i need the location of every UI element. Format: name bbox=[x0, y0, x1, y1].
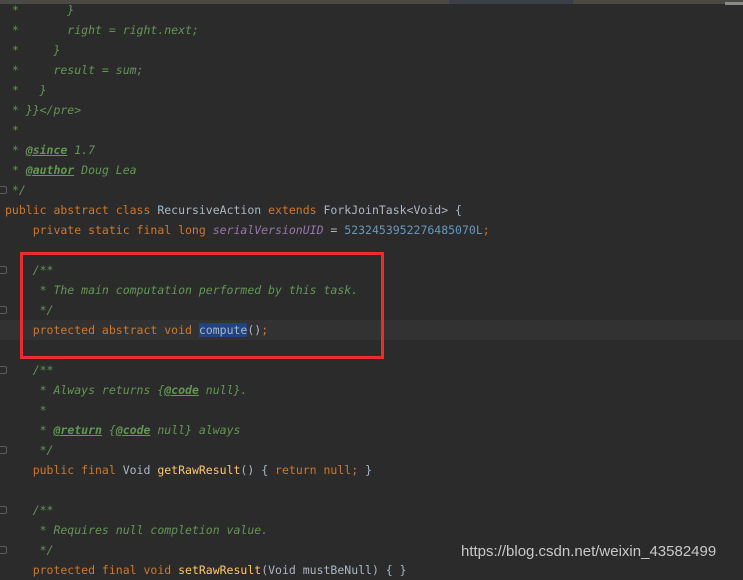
code-token: * }}</pre> bbox=[5, 103, 82, 117]
code-token: serialVersionUID bbox=[212, 223, 324, 237]
code-token: ForkJoinTask<Void> { bbox=[323, 203, 462, 217]
code-token: * right = right.next; bbox=[5, 23, 199, 37]
fold-marker-icon[interactable] bbox=[0, 546, 7, 554]
highlight-annotation-box bbox=[20, 252, 384, 359]
code-token: return null bbox=[275, 463, 352, 477]
code-line[interactable]: * @author Doug Lea bbox=[5, 160, 137, 180]
code-token: Void bbox=[122, 463, 158, 477]
code-token: @code bbox=[164, 383, 199, 397]
code-line[interactable]: * result = sum; bbox=[5, 60, 144, 80]
code-token: } bbox=[365, 463, 373, 477]
code-line[interactable]: * @since 1.7 bbox=[5, 140, 95, 160]
code-line[interactable]: public abstract class RecursiveAction ex… bbox=[5, 200, 462, 220]
code-line[interactable]: * } bbox=[5, 40, 60, 60]
code-token: = bbox=[323, 223, 345, 237]
code-token: */ bbox=[5, 183, 26, 197]
code-line[interactable]: */ bbox=[5, 540, 54, 560]
code-token: public abstract class bbox=[5, 203, 158, 217]
code-token: /** bbox=[5, 503, 54, 517]
code-token: RecursiveAction bbox=[157, 203, 269, 217]
code-token: ; bbox=[482, 223, 490, 237]
code-token: @code bbox=[115, 423, 151, 437]
code-token: public final bbox=[5, 463, 123, 477]
code-token: 5232453952276485070L bbox=[344, 223, 483, 237]
code-token: * bbox=[5, 143, 26, 157]
code-token: (Void mustBeNull) { } bbox=[261, 563, 407, 577]
code-token: null} always bbox=[150, 423, 241, 437]
code-token: null}. bbox=[198, 383, 248, 397]
code-token: extends bbox=[268, 203, 324, 217]
code-line[interactable]: * bbox=[5, 400, 47, 420]
code-line[interactable]: */ bbox=[5, 180, 26, 200]
code-token: * bbox=[5, 123, 19, 137]
fold-marker-icon[interactable] bbox=[0, 366, 7, 374]
fold-marker-icon[interactable] bbox=[0, 306, 7, 314]
code-token: * } bbox=[5, 43, 61, 57]
code-token: { bbox=[101, 423, 116, 437]
code-line[interactable]: */ bbox=[5, 440, 54, 460]
fold-marker-icon[interactable] bbox=[0, 186, 7, 194]
code-token: () { bbox=[240, 463, 276, 477]
code-token: /** bbox=[5, 363, 54, 377]
code-token: @author bbox=[25, 163, 75, 177]
code-token: * Always returns { bbox=[5, 383, 165, 397]
code-token: private static final long bbox=[5, 223, 213, 237]
code-line[interactable]: * Requires null completion value. bbox=[5, 520, 269, 540]
code-line[interactable]: public final Void getRawResult() { retur… bbox=[5, 460, 372, 480]
code-token: Doug Lea bbox=[74, 163, 137, 177]
code-token: */ bbox=[5, 443, 54, 457]
watermark-text: https://blog.csdn.net/weixin_43582499 bbox=[461, 543, 717, 560]
code-line[interactable]: * }}</pre> bbox=[5, 100, 81, 120]
code-line[interactable]: private static final long serialVersionU… bbox=[5, 220, 490, 240]
code-token: * bbox=[5, 403, 47, 417]
code-line[interactable]: * Always returns {@code null}. bbox=[5, 380, 248, 400]
fold-marker-icon[interactable] bbox=[0, 446, 7, 454]
code-token: @return bbox=[53, 423, 102, 437]
tab-segment[interactable] bbox=[449, 0, 573, 4]
editor-tab-strip bbox=[0, 0, 743, 4]
fold-marker-icon[interactable] bbox=[0, 506, 7, 514]
code-token: protected final void bbox=[5, 563, 179, 577]
fold-marker-icon[interactable] bbox=[0, 266, 7, 274]
code-line[interactable]: * bbox=[5, 120, 19, 140]
horizontal-scrollbar-thumb[interactable] bbox=[725, 2, 743, 5]
code-token: */ bbox=[5, 543, 54, 557]
code-token: * } bbox=[5, 3, 75, 17]
code-line[interactable]: protected final void setRawResult(Void m… bbox=[5, 560, 407, 580]
code-token: getRawResult bbox=[157, 463, 241, 477]
code-token: setRawResult bbox=[178, 563, 262, 577]
code-line[interactable]: * @return {@code null} always bbox=[5, 420, 241, 440]
code-line[interactable]: /** bbox=[5, 360, 54, 380]
code-token: 1.7 bbox=[67, 143, 96, 157]
code-token: * bbox=[5, 163, 26, 177]
code-token: @since bbox=[25, 143, 68, 157]
code-line[interactable]: * right = right.next; bbox=[5, 20, 199, 40]
code-token: * Requires null completion value. bbox=[5, 523, 269, 537]
code-line[interactable]: * } bbox=[5, 80, 47, 100]
code-token: * } bbox=[5, 83, 47, 97]
code-token: * result = sum; bbox=[5, 63, 144, 77]
code-line[interactable]: /** bbox=[5, 500, 54, 520]
code-token: * bbox=[5, 423, 54, 437]
code-token: ; bbox=[351, 463, 366, 477]
